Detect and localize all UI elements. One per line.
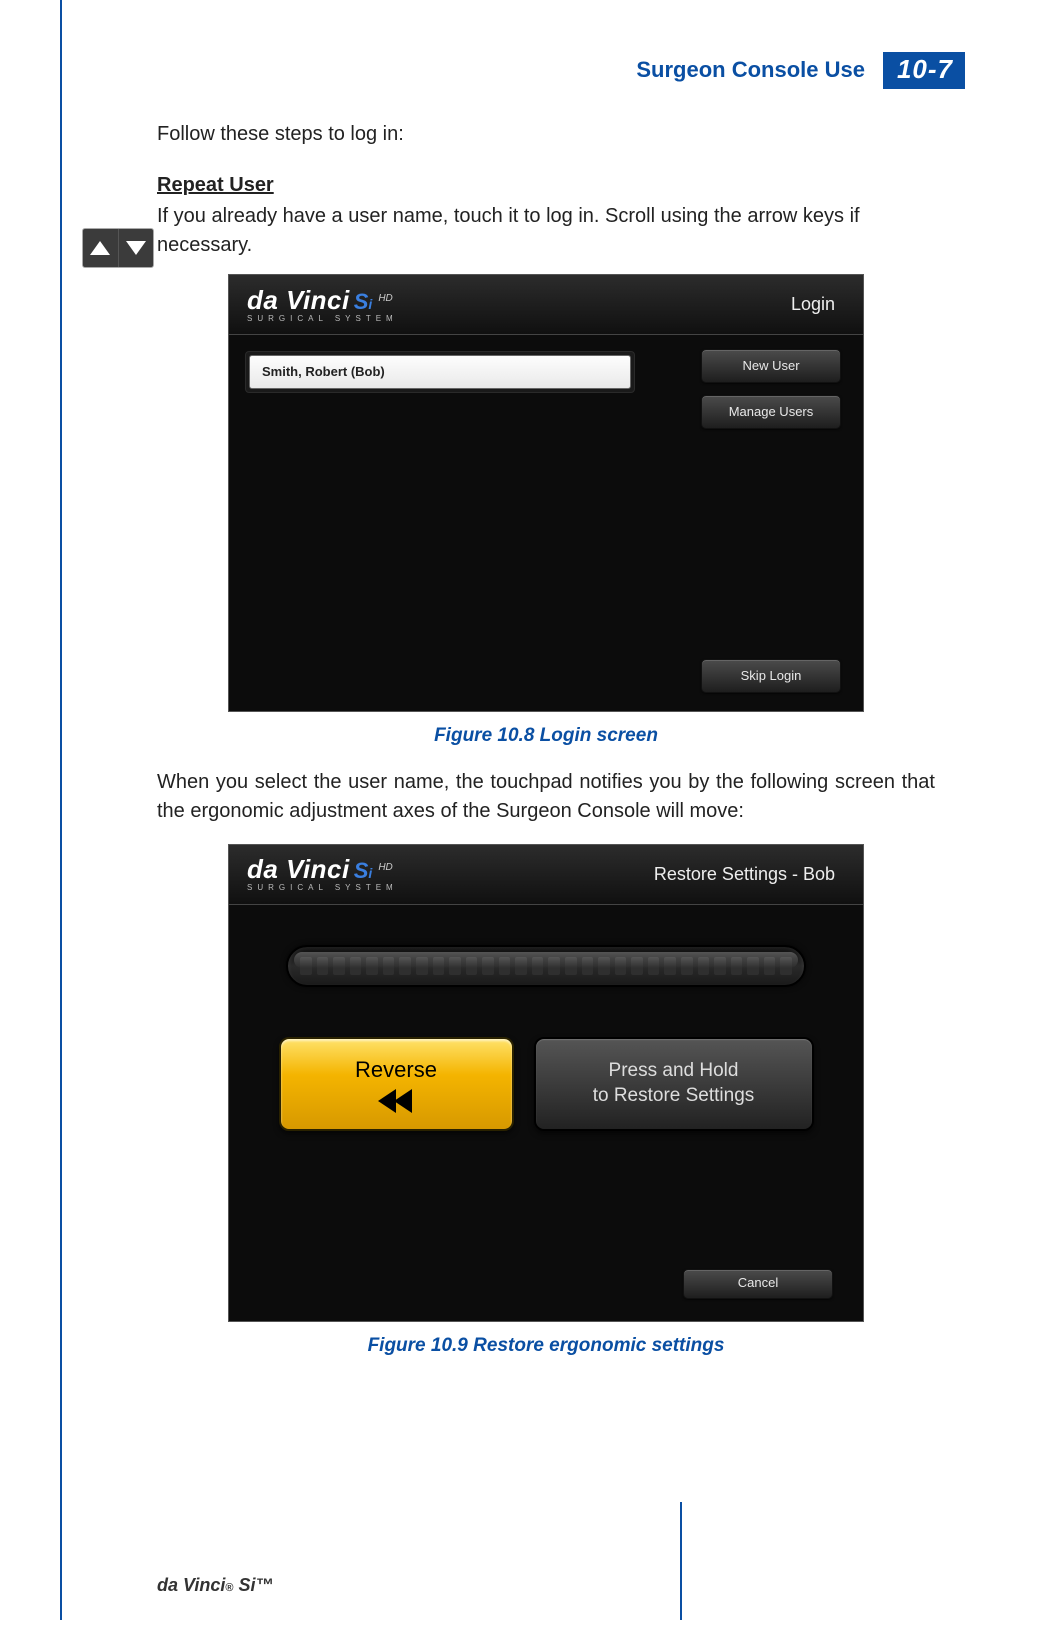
skip-login-button[interactable]: Skip Login — [701, 659, 841, 693]
rewind-icon — [380, 1089, 412, 1113]
arrow-up-icon[interactable] — [83, 229, 118, 267]
logo-subtitle: SURGICAL SYSTEM — [247, 315, 398, 323]
figure-10-8-caption: Figure 10.8 Login screen — [157, 722, 935, 750]
logo-si: Si — [354, 289, 373, 314]
restore-banner: da VinciSiHD SURGICAL SYSTEM Restore Set… — [229, 845, 863, 905]
reverse-button[interactable]: Reverse — [279, 1037, 514, 1131]
new-user-button[interactable]: New User — [701, 349, 841, 383]
figure-10-9-caption: Figure 10.9 Restore ergonomic settings — [157, 1332, 935, 1360]
arrow-down-icon[interactable] — [118, 229, 154, 267]
intro-text: Follow these steps to log in: — [157, 120, 935, 149]
mid-paragraph: When you select the user name, the touch… — [157, 768, 935, 826]
restore-button-row: Reverse Press and Hold to Restore Settin… — [279, 1037, 814, 1131]
user-name: Smith, Robert (Bob) — [262, 363, 385, 382]
footer-rule — [680, 1502, 682, 1620]
footer-brand: da Vinci® Si™ — [157, 1575, 273, 1596]
login-side-buttons: New User Manage Users — [701, 349, 841, 429]
repeat-user-text: If you already have a user name, touch i… — [157, 202, 935, 260]
user-list: Smith, Robert (Bob) — [245, 351, 635, 393]
restore-body: Reverse Press and Hold to Restore Settin… — [229, 905, 863, 1321]
progress-bar — [286, 945, 806, 987]
section-title: Surgeon Console Use — [636, 57, 865, 83]
scroll-arrows-widget — [82, 228, 154, 268]
davinci-logo: da VinciSi HD SURGICAL SYSTEM — [247, 287, 398, 323]
login-banner: da VinciSi HD SURGICAL SYSTEM Login — [229, 275, 863, 335]
logo-main-text: da Vinci — [247, 285, 350, 315]
login-body: Smith, Robert (Bob) New User Manage User… — [229, 335, 863, 711]
davinci-logo: da VinciSiHD SURGICAL SYSTEM — [247, 856, 398, 892]
restore-title: Restore Settings - Bob — [654, 861, 835, 887]
content-column: Follow these steps to log in: Repeat Use… — [157, 55, 935, 1359]
repeat-user-heading: Repeat User — [157, 171, 935, 200]
login-title: Login — [791, 291, 835, 317]
login-screenshot: da VinciSi HD SURGICAL SYSTEM Login Smith… — [228, 274, 864, 712]
page-number-tag: 10-7 — [883, 52, 965, 89]
restore-screenshot: da VinciSiHD SURGICAL SYSTEM Restore Set… — [228, 844, 864, 1322]
page-header: Surgeon Console Use 10-7 — [636, 52, 965, 88]
cancel-button[interactable]: Cancel — [683, 1269, 833, 1299]
logo-hd: HD — [378, 293, 392, 304]
hold-line1: Press and Hold — [609, 1060, 739, 1081]
reverse-label: Reverse — [355, 1054, 437, 1086]
page-frame: Surgeon Console Use 10-7 Follow these st… — [60, 0, 990, 1620]
hold-line2: to Restore Settings — [593, 1085, 755, 1106]
press-hold-button[interactable]: Press and Hold to Restore Settings — [534, 1037, 814, 1131]
user-row[interactable]: Smith, Robert (Bob) — [249, 355, 631, 389]
manage-users-button[interactable]: Manage Users — [701, 395, 841, 429]
